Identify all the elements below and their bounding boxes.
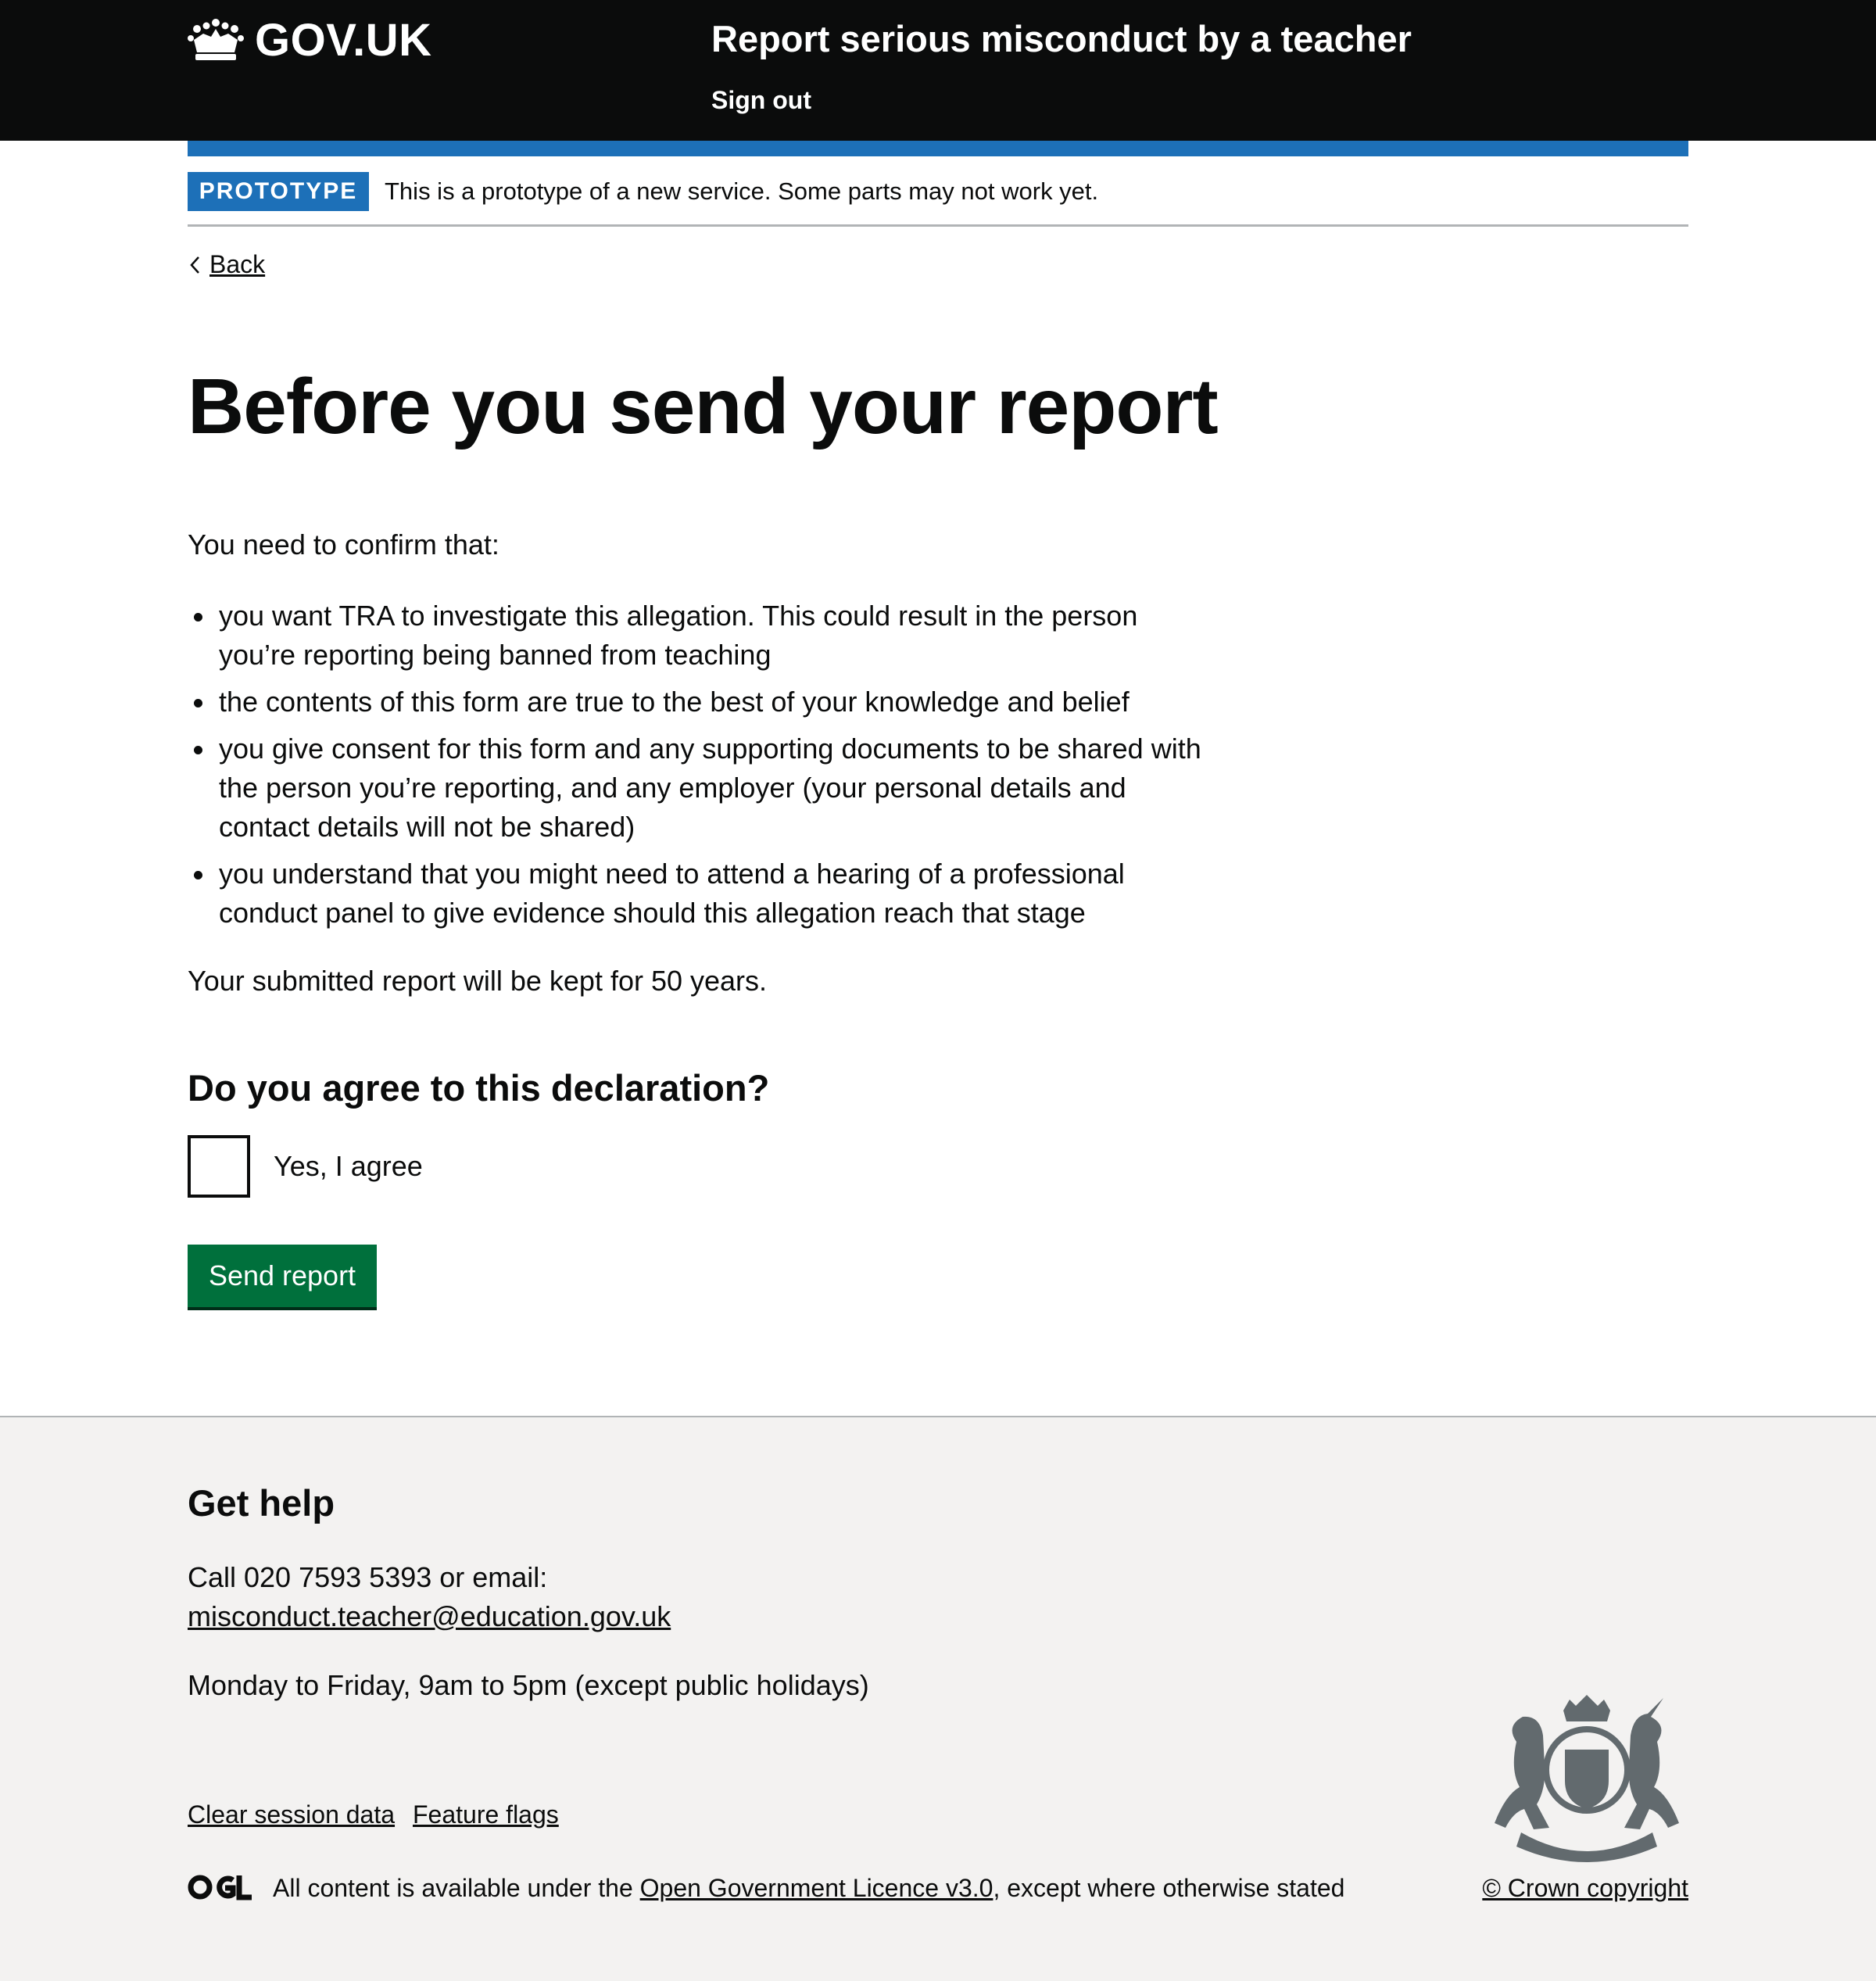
- phase-banner: PROTOTYPE This is a prototype of a new s…: [188, 156, 1688, 227]
- govuk-logo-link[interactable]: GOV.UK: [188, 14, 431, 66]
- confirmation-list: you want TRA to investigate this allegat…: [188, 596, 1204, 940]
- list-item: you understand that you might need to at…: [188, 854, 1204, 933]
- licence-link[interactable]: Open Government Licence v3.0: [640, 1874, 993, 1902]
- site-header: GOV.UK Report serious misconduct by a te…: [0, 0, 1876, 141]
- site-footer: Get help Call 020 7593 5393 or email: mi…: [0, 1416, 1876, 1981]
- back-link-label: Back: [209, 250, 266, 278]
- crown-icon: [188, 19, 244, 60]
- service-name-link[interactable]: Report serious misconduct by a teacher: [711, 17, 1412, 60]
- phase-banner-text: This is a prototype of a new service. So…: [385, 177, 1099, 205]
- help-phone-text: Call 020 7593 5393 or email:: [188, 1561, 548, 1593]
- get-help-heading: Get help: [188, 1482, 335, 1524]
- header-accent-bar: [188, 141, 1688, 156]
- retention-text: Your submitted report will be kept for 5…: [188, 965, 768, 997]
- help-hours-text: Monday to Friday, 9am to 5pm (except pub…: [188, 1669, 869, 1701]
- agree-checkbox-label[interactable]: Yes, I agree: [274, 1150, 423, 1183]
- feature-flags-link[interactable]: Feature flags: [413, 1800, 559, 1829]
- royal-coat-of-arms-icon: [1495, 1695, 1679, 1862]
- sign-out-link[interactable]: Sign out: [711, 86, 811, 115]
- clear-session-data-link[interactable]: Clear session data: [188, 1800, 395, 1829]
- govuk-logo-text: GOV.UK: [255, 14, 432, 66]
- crown-copyright-link[interactable]: © Crown copyright: [1482, 1871, 1688, 1905]
- phase-tag: PROTOTYPE: [188, 172, 369, 211]
- agree-checkbox-row[interactable]: Yes, I agree: [188, 1135, 423, 1198]
- licence-text: All content is available under the Open …: [273, 1871, 1344, 1905]
- list-item: you give consent for this form and any s…: [188, 729, 1204, 847]
- page-title: Before you send your report: [188, 363, 1219, 450]
- licence-suffix: , except where otherwise stated: [993, 1874, 1345, 1902]
- ogl-logo-icon: [188, 1875, 252, 1900]
- declaration-question: Do you agree to this declaration?: [188, 1067, 770, 1109]
- licence-prefix: All content is available under the: [273, 1874, 640, 1902]
- chevron-left-icon: [190, 256, 199, 274]
- help-email-link[interactable]: misconduct.teacher@education.gov.uk: [188, 1597, 671, 1636]
- list-item: the contents of this form are true to th…: [188, 682, 1204, 722]
- list-item: you want TRA to investigate this allegat…: [188, 596, 1204, 675]
- back-link[interactable]: Back: [188, 250, 265, 279]
- agree-checkbox[interactable]: [188, 1135, 250, 1198]
- send-report-button[interactable]: Send report: [188, 1245, 377, 1307]
- intro-text: You need to confirm that:: [188, 528, 499, 561]
